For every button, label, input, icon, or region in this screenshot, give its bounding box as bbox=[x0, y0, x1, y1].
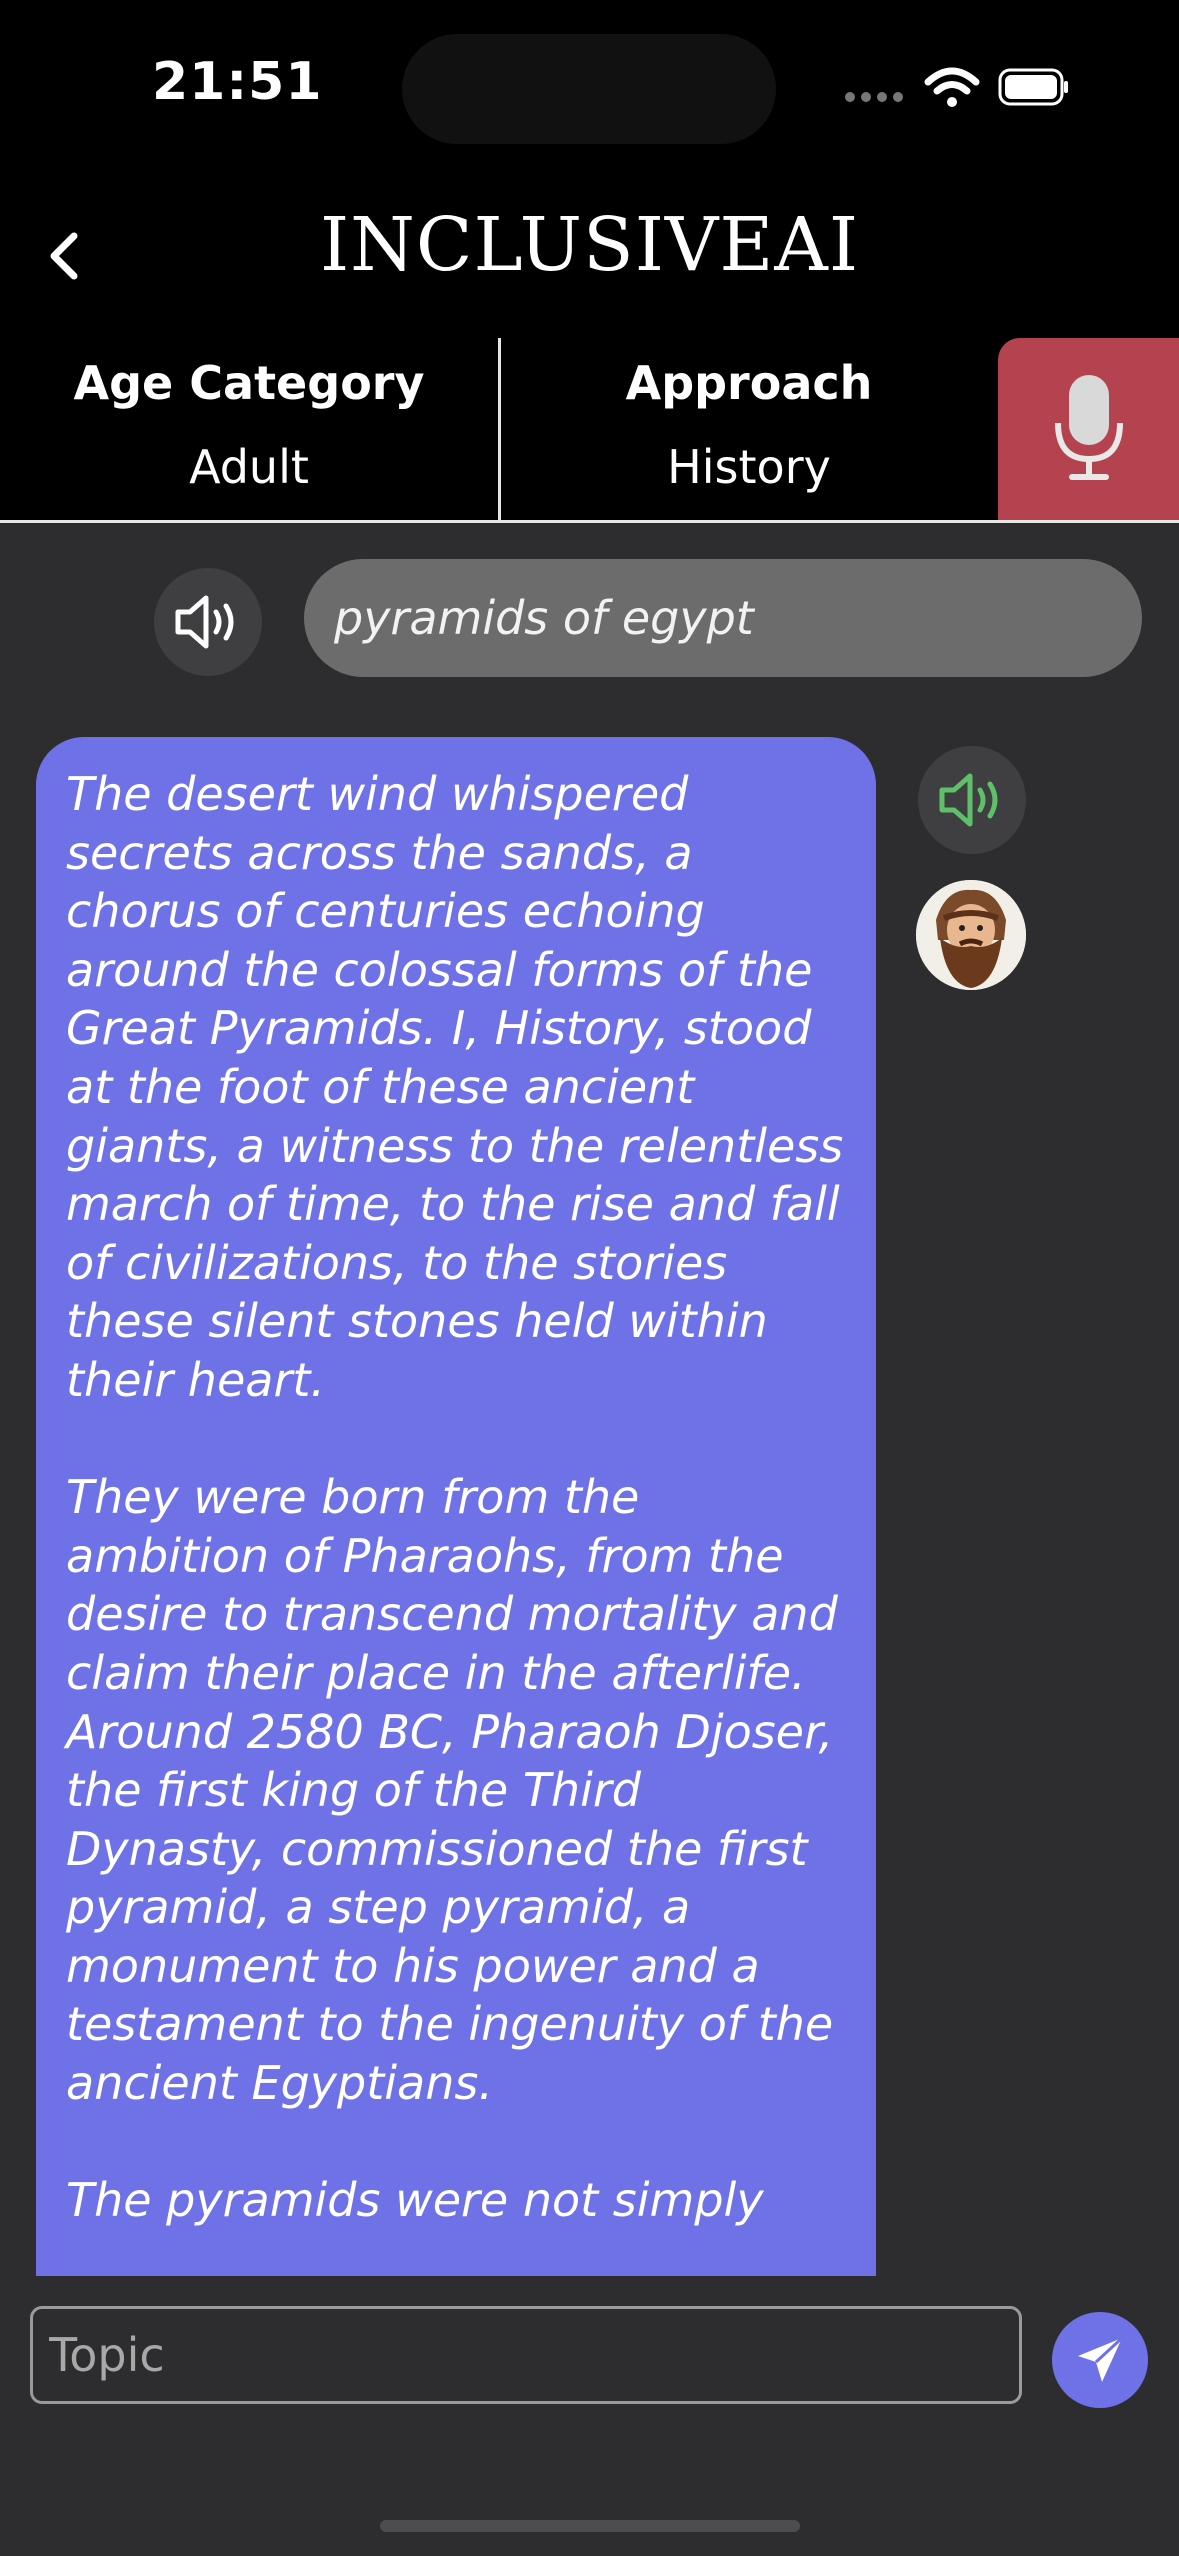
ai-paragraph: They were born from the ambition of Phar… bbox=[66, 1470, 838, 2111]
approach-value: History bbox=[667, 440, 831, 494]
status-bar: 21:51 bbox=[0, 0, 1179, 170]
microphone-icon bbox=[1054, 375, 1123, 480]
speaker-icon bbox=[175, 595, 234, 649]
ai-paragraph: The pyramids were not simply bbox=[66, 2173, 764, 2228]
wifi-icon bbox=[924, 67, 980, 107]
home-indicator bbox=[380, 2520, 800, 2532]
speaker-icon bbox=[939, 773, 998, 827]
play-ai-message-button[interactable] bbox=[918, 746, 1026, 854]
age-category-label: Age Category bbox=[73, 356, 425, 410]
approach-selector[interactable]: Approach History bbox=[501, 338, 997, 520]
user-message-bubble: pyramids of egypt bbox=[304, 559, 1142, 677]
chat-area[interactable]: pyramids of egypt The desert wind whispe… bbox=[0, 523, 1179, 2276]
battery-icon bbox=[998, 68, 1068, 106]
microphone-button[interactable] bbox=[998, 338, 1179, 520]
send-icon bbox=[1078, 2336, 1124, 2382]
ai-paragraph: The desert wind whispered secrets across… bbox=[66, 767, 844, 1407]
navigation-bar: INCLUSIVEAI bbox=[0, 180, 1179, 330]
settings-bar: Age Category Adult Approach History bbox=[0, 338, 1179, 523]
age-category-value: Adult bbox=[189, 440, 309, 494]
history-avatar bbox=[916, 880, 1026, 990]
ai-message-bubble: The desert wind whispered secrets across… bbox=[36, 737, 876, 2276]
dynamic-island bbox=[402, 34, 776, 144]
composer-bar bbox=[0, 2276, 1179, 2556]
status-time: 21:51 bbox=[152, 52, 323, 112]
approach-label: Approach bbox=[625, 356, 873, 410]
send-button[interactable] bbox=[1052, 2312, 1148, 2408]
play-user-message-button[interactable] bbox=[154, 568, 262, 676]
cellular-signal-icon bbox=[845, 92, 903, 102]
age-category-selector[interactable]: Age Category Adult bbox=[0, 338, 501, 520]
topic-input[interactable] bbox=[30, 2306, 1022, 2404]
app-title: INCLUSIVEAI bbox=[319, 202, 860, 288]
